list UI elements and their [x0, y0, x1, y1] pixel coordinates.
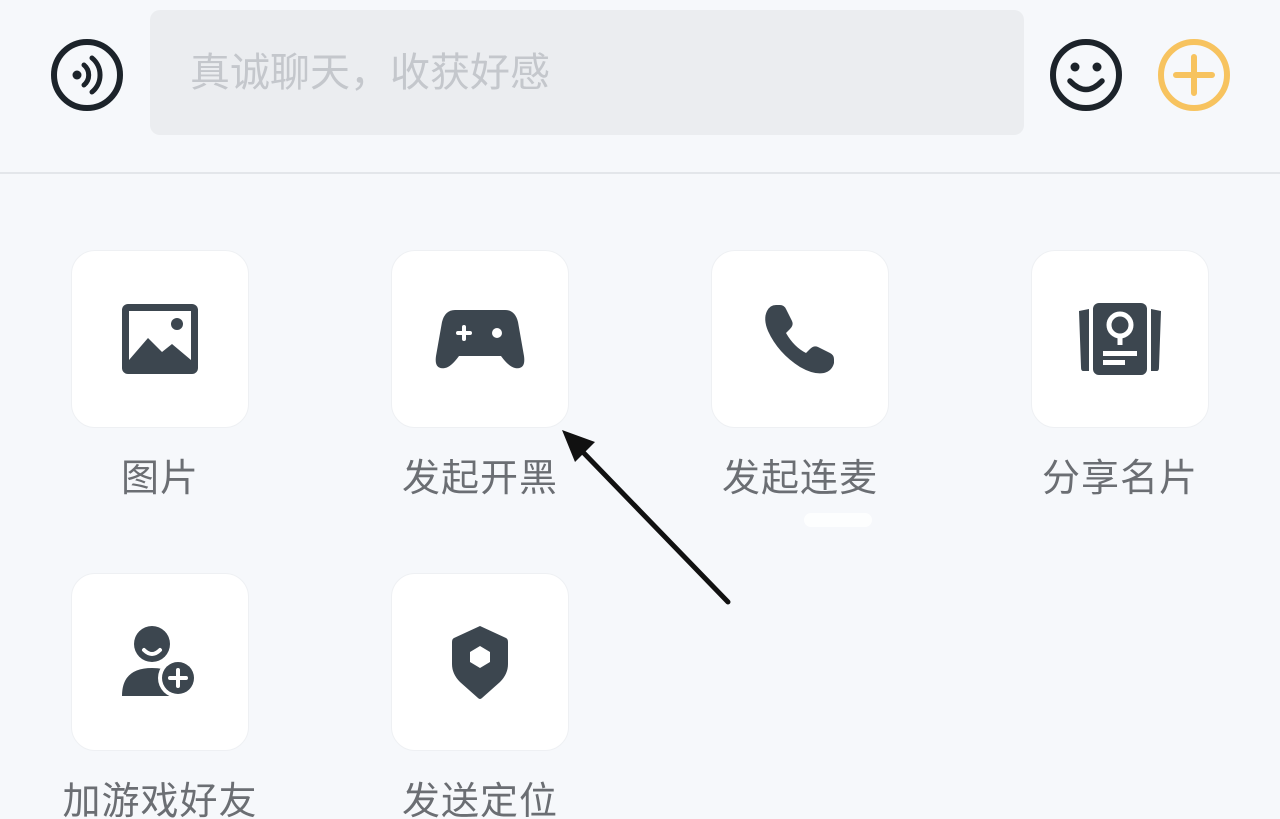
message-input[interactable]: [150, 10, 1024, 135]
action-tile[interactable]: [71, 250, 249, 428]
plus-circle-icon: [1158, 39, 1230, 111]
voice-input-button[interactable]: [50, 38, 124, 112]
location-shield-icon: [452, 626, 508, 699]
action-label: 发起连麦: [721, 456, 878, 500]
more-actions-button[interactable]: [1157, 38, 1231, 112]
namecard-icon: [1079, 303, 1161, 375]
action-label: 发起开黑: [401, 456, 558, 500]
emoji-button[interactable]: [1049, 38, 1123, 112]
phone-icon: [765, 305, 834, 374]
faint-highlight: [804, 513, 872, 527]
action-tile[interactable]: [391, 573, 569, 751]
action-start-game[interactable]: 发起开黑: [350, 250, 610, 502]
smiley-icon: [1050, 39, 1122, 111]
input-bar: [0, 0, 1280, 174]
action-send-location[interactable]: 发送定位: [350, 573, 610, 819]
gamepad-icon: [435, 310, 525, 369]
chat-input-panel: 图片 发起开黑 发起连麦: [0, 0, 1280, 819]
action-tile[interactable]: [71, 573, 249, 751]
action-add-game-friend[interactable]: 加游戏好友: [30, 573, 290, 819]
action-label: 发送定位: [401, 779, 558, 819]
action-tile[interactable]: [391, 250, 569, 428]
action-label: 分享名片: [1041, 456, 1198, 500]
action-tile[interactable]: [711, 250, 889, 428]
action-share-card[interactable]: 分享名片: [990, 250, 1250, 502]
voice-icon: [51, 39, 123, 111]
action-label: 加游戏好友: [62, 779, 258, 819]
action-tile[interactable]: [1031, 250, 1209, 428]
image-icon: [122, 304, 198, 374]
action-image[interactable]: 图片: [30, 250, 290, 502]
action-start-voice-call[interactable]: 发起连麦: [670, 250, 930, 502]
action-label: 图片: [120, 456, 199, 500]
add-friend-icon: [122, 626, 198, 698]
